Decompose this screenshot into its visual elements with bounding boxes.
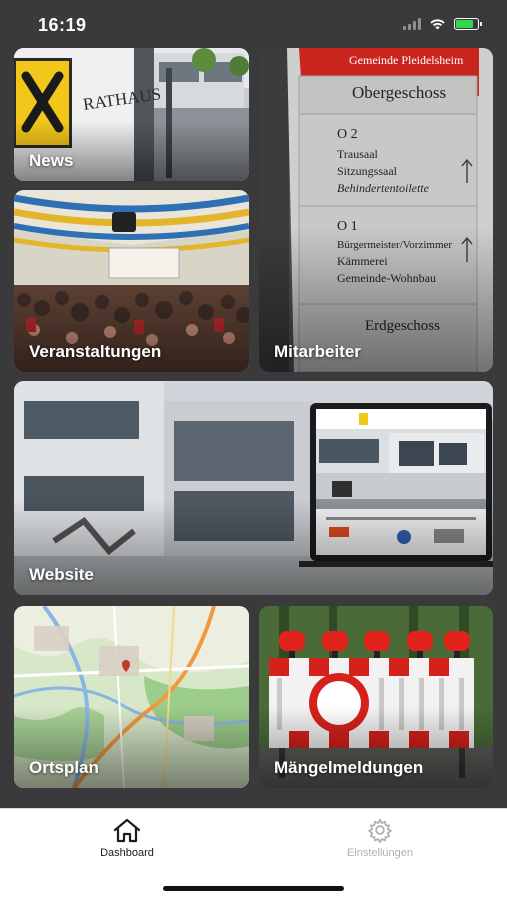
tile-ortsplan-label: Ortsplan bbox=[29, 758, 99, 777]
tile-mitarbeiter-label: Mitarbeiter bbox=[274, 342, 361, 361]
directory-o1-room-1: Bürgermeister/Vorzimmer bbox=[337, 239, 452, 251]
cellular-signal-icon bbox=[403, 18, 421, 30]
directory-o1-room-2: Kämmerei bbox=[337, 254, 388, 268]
tab-einstellungen-label: Einstellungen bbox=[346, 847, 414, 859]
tile-ortsplan[interactable]: Ortsplan bbox=[14, 606, 249, 788]
directory-o2-room-3: Behindertentoilette bbox=[337, 181, 430, 195]
status-time: 16:19 bbox=[38, 15, 87, 35]
tab-bar: Dashboard Einstellungen bbox=[0, 808, 507, 900]
wifi-icon bbox=[430, 19, 445, 30]
tab-dashboard-label: Dashboard bbox=[100, 847, 154, 859]
tile-website-label: Website bbox=[29, 565, 94, 584]
tile-news-label: News bbox=[29, 151, 74, 170]
tile-news[interactable]: RATHAUS News bbox=[14, 48, 249, 181]
directory-floor-ground: Erdgeschoss bbox=[365, 318, 440, 334]
directory-o1-room-3: Gemeinde-Wohnbau bbox=[337, 271, 436, 285]
tab-einstellungen[interactable]: Einstellungen bbox=[320, 817, 440, 859]
home-indicator bbox=[163, 886, 344, 891]
status-bar: 16:19 bbox=[0, 0, 507, 50]
directory-header-text: Gemeinde Pleidelsheim bbox=[349, 53, 464, 67]
directory-floor-upper: Obergeschoss bbox=[352, 83, 446, 102]
battery-icon bbox=[454, 18, 482, 30]
directory-o2-room-2: Sitzungssaal bbox=[337, 164, 398, 178]
directory-o2-room-1: Trausaal bbox=[337, 147, 379, 161]
home-icon bbox=[113, 818, 141, 843]
tile-website[interactable]: Website bbox=[14, 381, 493, 595]
directory-o2: O 2 bbox=[337, 127, 358, 142]
directory-sign-photo: Gemeinde Pleidelsheim Obergeschoss O 2 T… bbox=[259, 48, 493, 372]
battery-level bbox=[456, 20, 473, 28]
tile-maengelmeldungen-label: Mängelmeldungen bbox=[274, 758, 424, 777]
gear-icon bbox=[368, 818, 392, 843]
tile-mitarbeiter[interactable]: Gemeinde Pleidelsheim Obergeschoss O 2 T… bbox=[259, 48, 493, 372]
directory-o1: O 1 bbox=[337, 219, 358, 234]
tile-veranstaltungen[interactable]: Veranstaltungen bbox=[14, 190, 249, 372]
status-icons bbox=[403, 18, 482, 30]
tile-veranstaltungen-label: Veranstaltungen bbox=[29, 342, 162, 361]
website-laptop-photo bbox=[14, 381, 493, 595]
tab-dashboard[interactable]: Dashboard bbox=[67, 817, 187, 859]
tile-maengelmeldungen[interactable]: Mängelmeldungen bbox=[259, 606, 493, 788]
